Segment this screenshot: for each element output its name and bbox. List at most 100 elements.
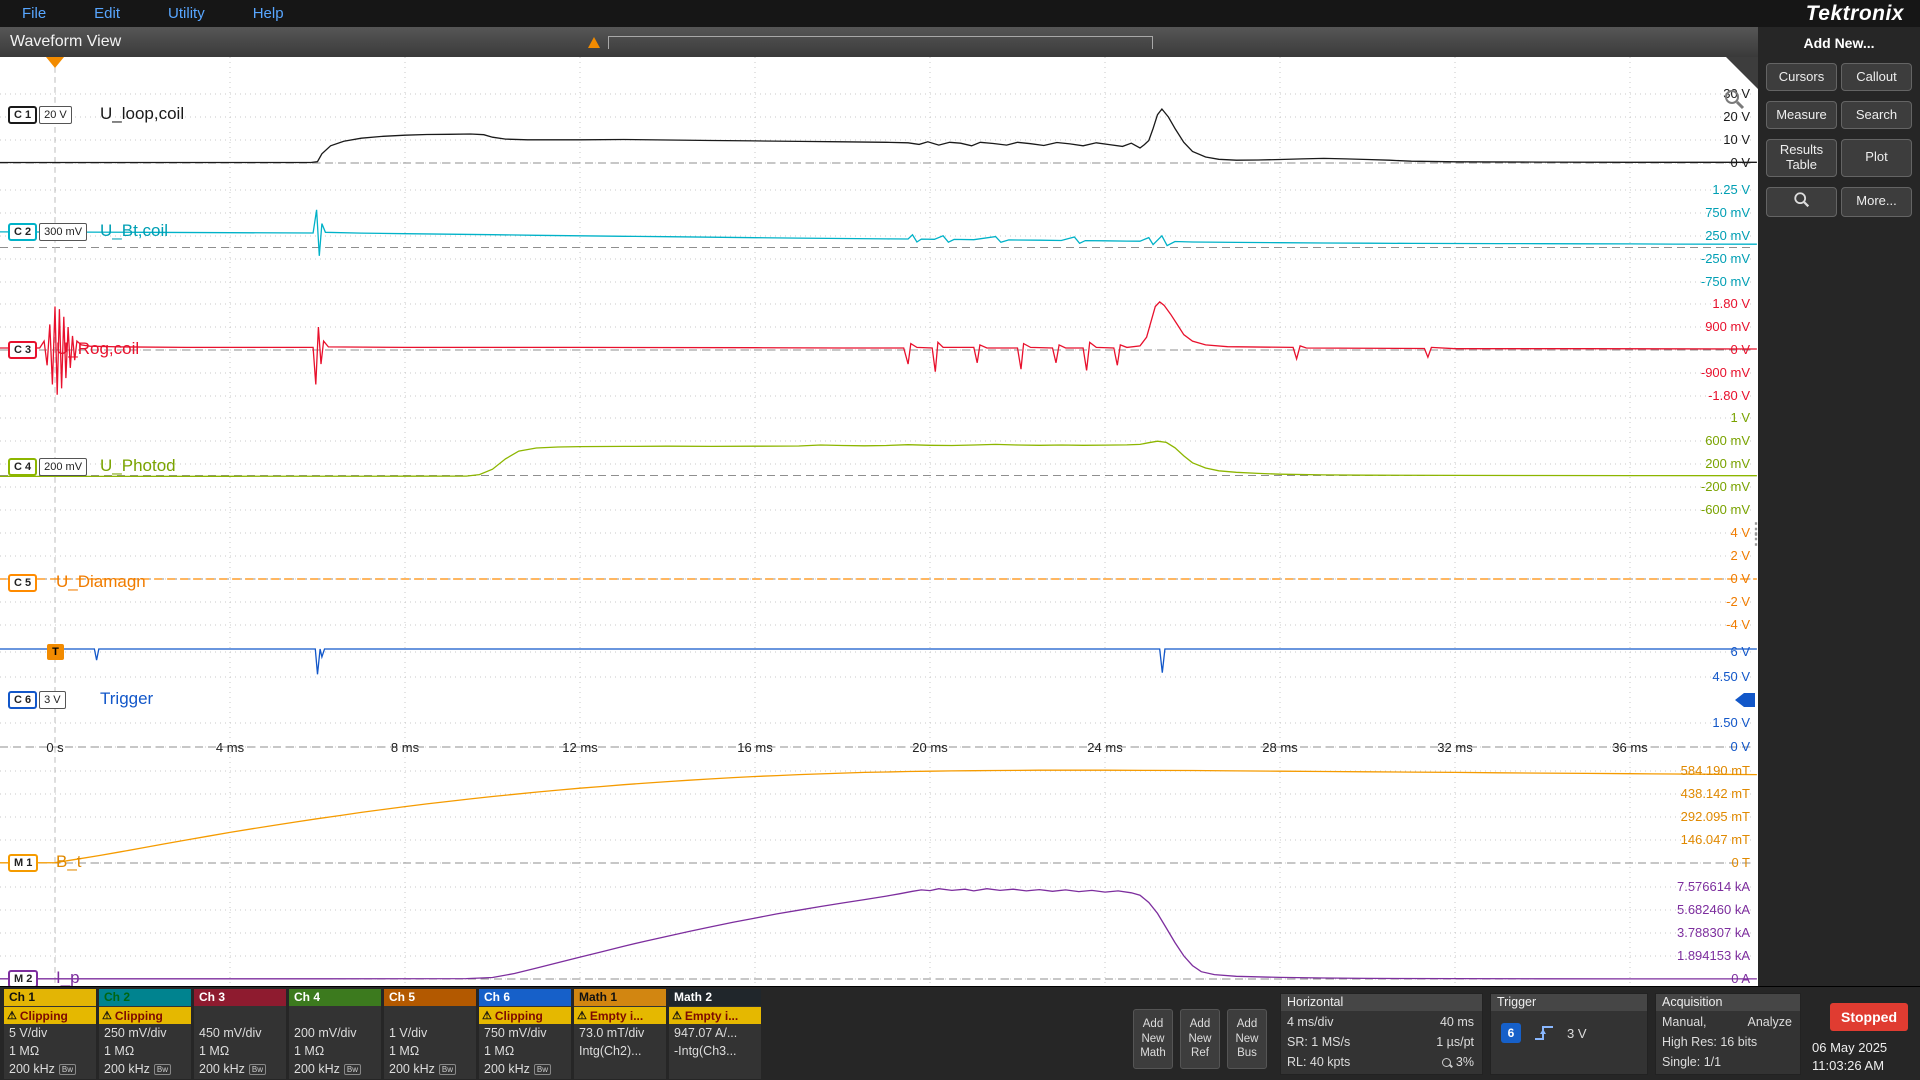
channel-badge-c4[interactable]: C 4: [8, 458, 37, 476]
channel-scale-badge-c2[interactable]: 300 mV: [39, 223, 87, 241]
channel-label-c3[interactable]: U_Rog,coil: [56, 339, 139, 359]
status-block-math-1[interactable]: Math 1⚠Empty i...73.0 mT/divIntg(Ch2)...: [574, 989, 666, 1079]
status-block-ch-6[interactable]: Ch 6⚠Clipping750 mV/div1 MΩ200 kHzBw: [479, 989, 571, 1079]
bandwidth-limit-icon: Bw: [439, 1064, 456, 1075]
status-row: 1 MΩ: [384, 1042, 476, 1060]
status-block-ch-3[interactable]: Ch 3450 mV/div1 MΩ200 kHzBw: [194, 989, 286, 1079]
channel-badge-m1[interactable]: M 1: [8, 854, 38, 872]
clipping-warning: ⚠Clipping: [479, 1007, 571, 1024]
results-table-button[interactable]: Results Table: [1766, 139, 1837, 177]
run-stop-state[interactable]: Stopped: [1830, 1003, 1908, 1031]
channel-badge-group-m1[interactable]: M 1: [8, 854, 38, 872]
trigger-level-marker[interactable]: [1735, 693, 1756, 707]
channel-badge-c1[interactable]: C 1: [8, 106, 37, 124]
cursors-button[interactable]: Cursors: [1766, 63, 1837, 91]
horizontal-settings: 4 ms/div40 msSR: 1 MS/s1 µs/ptRL: 40 kpt…: [1281, 1011, 1482, 1071]
channel-badge-c5[interactable]: C 5: [8, 574, 37, 592]
status-row: 200 kHzBw: [479, 1060, 571, 1078]
status-block-ch-4[interactable]: Ch 4200 mV/div1 MΩ200 kHzBw: [289, 989, 381, 1079]
channel-label-c4[interactable]: U_Photod: [100, 456, 176, 476]
status-row: -Intg(Ch3...: [669, 1042, 761, 1060]
add-new-buttons: Add New MathAdd New RefAdd New Bus: [1133, 1009, 1267, 1069]
clipping-warning: ⚠Empty i...: [574, 1007, 666, 1024]
status-block-ch-1[interactable]: Ch 1⚠Clipping5 V/div1 MΩ200 kHzBw: [4, 989, 96, 1079]
magnifier-icon[interactable]: [1722, 87, 1748, 113]
status-block-ch-2[interactable]: Ch 2⚠Clipping250 mV/div1 MΩ200 kHzBw: [99, 989, 191, 1079]
trigger-panel[interactable]: Trigger 6 3 V: [1490, 993, 1648, 1075]
channel-tab[interactable]: Ch 1: [4, 989, 96, 1006]
add-new-bus-button[interactable]: Add New Bus: [1227, 1009, 1267, 1069]
menu-utility[interactable]: Utility: [168, 5, 205, 22]
channel-badge-c3[interactable]: C 3: [8, 341, 37, 359]
add-new-math-button[interactable]: Add New Math: [1133, 1009, 1173, 1069]
status-bar: Ch 1 ⚠Clipping 5 V/div 1 MΩ200 kHzBw Ch 2⚠Cl…: [0, 986, 1920, 1080]
zoom-overview-bar[interactable]: [588, 35, 1153, 50]
plot-button[interactable]: Plot: [1841, 139, 1912, 177]
measure-button[interactable]: Measure: [1766, 101, 1837, 129]
channel-badge-group-c2[interactable]: C 2300 mV: [8, 223, 87, 241]
channel-badge-group-c5[interactable]: C 5: [8, 574, 37, 592]
channel-scale-badge-c1[interactable]: 20 V: [39, 106, 72, 124]
menu-help[interactable]: Help: [253, 5, 284, 22]
warning-icon: ⚠: [7, 1009, 17, 1022]
trigger-source-badge[interactable]: 6: [1501, 1023, 1521, 1043]
callout-button[interactable]: Callout: [1841, 63, 1912, 91]
channel-tab[interactable]: Ch 3: [194, 989, 286, 1006]
acquisition-detail-row: High Res: 16 bits: [1656, 1031, 1800, 1051]
channel-label-m2[interactable]: I_p: [56, 968, 80, 988]
acquisition-analyze[interactable]: Analyze: [1748, 1015, 1792, 1029]
channel-tab[interactable]: Ch 4: [289, 989, 381, 1006]
add-new-ref-button[interactable]: Add New Ref: [1180, 1009, 1220, 1069]
rising-edge-icon: [1533, 1023, 1555, 1043]
sidebar-buttons: Cursors Callout Measure Search Results T…: [1766, 63, 1912, 217]
channel-badge-group-c3[interactable]: C 3: [8, 341, 37, 359]
channel-tab[interactable]: Ch 2: [99, 989, 191, 1006]
warning-slot: [289, 1007, 381, 1024]
trigger-level-value: 3 V: [1567, 1026, 1587, 1041]
channel-label-c1[interactable]: U_loop,coil: [100, 104, 184, 124]
waveform-plot-area[interactable]: 30 V20 V10 V0 V1.25 V750 mV250 mV-250 mV…: [0, 57, 1758, 986]
channel-scale-badge-c6[interactable]: 3 V: [39, 691, 66, 709]
status-block-ch-5[interactable]: Ch 51 V/div1 MΩ200 kHzBw: [384, 989, 476, 1079]
channel-tab[interactable]: Ch 5: [384, 989, 476, 1006]
channel-badge-c2[interactable]: C 2: [8, 223, 37, 241]
channel-badge-group-c6[interactable]: C 63 V: [8, 691, 66, 709]
menu-edit[interactable]: Edit: [94, 5, 120, 22]
status-row: 1 V/div: [384, 1024, 476, 1042]
trigger-position-marker[interactable]: [46, 57, 64, 68]
horizontal-panel[interactable]: Horizontal 4 ms/div40 msSR: 1 MS/s1 µs/p…: [1280, 993, 1483, 1075]
warning-icon: ⚠: [577, 1009, 587, 1022]
zoom-corner-icon[interactable]: [1726, 57, 1758, 89]
status-row: 5 V/div: [4, 1024, 96, 1042]
bandwidth-limit-icon: Bw: [59, 1064, 76, 1075]
zoom-range-bracket[interactable]: [608, 36, 1153, 49]
status-row: 73.0 mT/div: [574, 1024, 666, 1042]
channel-label-c6[interactable]: Trigger: [100, 689, 153, 709]
acquisition-panel[interactable]: Acquisition Manual, Analyze High Res: 16…: [1655, 993, 1801, 1075]
more-button[interactable]: More...: [1841, 187, 1912, 217]
search-button[interactable]: Search: [1841, 101, 1912, 129]
status-row: 200 mV/div: [289, 1024, 381, 1042]
channel-tab[interactable]: Math 1: [574, 989, 666, 1006]
trigger-settings: 6 3 V: [1491, 1011, 1647, 1055]
channel-label-c2[interactable]: U_Bt,coil: [100, 221, 168, 241]
channel-label-m1[interactable]: B_t: [56, 852, 82, 872]
channel-badge-group-c4[interactable]: C 4200 mV: [8, 458, 87, 476]
channel-label-c5[interactable]: U_Diamagn: [56, 572, 146, 592]
zoom-marker-icon[interactable]: [588, 37, 600, 48]
horizontal-panel-title: Horizontal: [1281, 994, 1482, 1011]
zoom-tool-button[interactable]: [1766, 187, 1837, 217]
menu-file[interactable]: File: [22, 5, 46, 22]
status-row: 250 mV/div: [99, 1024, 191, 1042]
acquisition-mode[interactable]: Manual,: [1662, 1015, 1706, 1029]
trigger-source-flag[interactable]: T: [47, 644, 64, 660]
plot-overlays: T ⋮⋮ C 120 VU_loop,coilC 2300 mVU_Bt,coi…: [0, 57, 1758, 986]
channel-tab[interactable]: Math 2: [669, 989, 761, 1006]
channel-badge-group-c1[interactable]: C 120 V: [8, 106, 72, 124]
warning-slot: [384, 1007, 476, 1024]
channel-scale-badge-c4[interactable]: 200 mV: [39, 458, 87, 476]
channel-tab[interactable]: Ch 6: [479, 989, 571, 1006]
channel-badge-c6[interactable]: C 6: [8, 691, 37, 709]
status-block-math-2[interactable]: Math 2⚠Empty i...947.07 A/...-Intg(Ch3..…: [669, 989, 761, 1079]
trigger-panel-title: Trigger: [1491, 994, 1647, 1011]
